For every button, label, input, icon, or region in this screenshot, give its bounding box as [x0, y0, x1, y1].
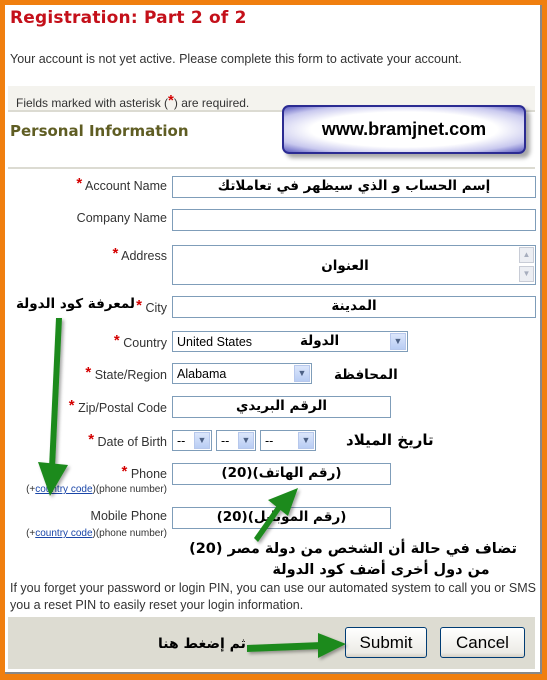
dob-day-select[interactable]: -- ▼	[172, 430, 212, 451]
state-label: * State/Region	[85, 364, 167, 382]
dob-label: * Date of Birth	[88, 431, 167, 449]
mobile-annotation: (رقم الموبايل)(20)	[216, 509, 347, 525]
required-star-icon: *	[168, 92, 174, 109]
required-star-icon: *	[113, 332, 120, 349]
click-here-annotation: ثم إضغط هنا	[158, 636, 246, 652]
phone-label: * Phone	[121, 463, 167, 481]
address-scrollbar[interactable]: ▲ ▼	[519, 247, 534, 283]
country-select[interactable]: United States ▼	[172, 331, 408, 352]
zip-input[interactable]: الرقم البريدي	[172, 396, 391, 418]
button-bar: ثم إضغط هنا Submit Cancel	[8, 617, 535, 669]
account-name-annotation: إسم الحساب و الذي سيظهر في تعاملاتك	[217, 178, 491, 194]
scroll-down-icon[interactable]: ▼	[519, 266, 534, 282]
egypt-note-line1: تضاف في حالة أن الشخص من دولة مصر (20)	[189, 541, 517, 557]
address-annotation: العنوان	[321, 258, 369, 274]
state-select[interactable]: Alabama ▼	[172, 363, 312, 384]
scroll-up-icon[interactable]: ▲	[519, 247, 534, 263]
mobile-label: Mobile Phone	[90, 509, 167, 523]
mobile-hint: (+country code)(phone number)	[26, 528, 167, 539]
egypt-note-line2: من دول أخرى أضف كود الدولة	[272, 562, 490, 578]
required-star-icon: *	[68, 397, 75, 414]
mobile-input[interactable]: (رقم الموبايل)(20)	[172, 507, 391, 529]
city-annotation: المدينة	[331, 298, 377, 314]
phone-annotation: (رقم الهاتف)(20)	[221, 465, 342, 481]
country-code-link[interactable]: country code	[35, 528, 92, 539]
section-title: Personal Information	[10, 122, 189, 140]
company-name-label: Company Name	[76, 211, 167, 225]
required-star-icon: *	[85, 364, 92, 381]
country-annotation: الدولة	[300, 333, 340, 349]
country-code-link[interactable]: country code	[35, 484, 92, 495]
required-note-text: Fields marked with asterisk (	[16, 96, 169, 110]
chevron-down-icon[interactable]: ▼	[238, 432, 254, 449]
country-label: * Country	[113, 332, 167, 350]
zip-annotation: الرقم البريدي	[235, 398, 328, 414]
submit-button[interactable]: Submit	[345, 627, 427, 658]
phone-hint: (+country code)(phone number)	[26, 484, 167, 495]
required-star-icon: *	[121, 463, 128, 480]
account-name-label: * Account Name	[76, 175, 167, 193]
required-note-text-end: ) are required.	[173, 96, 250, 110]
dob-annotation: تاريخ الميلاد	[346, 431, 434, 449]
section-divider	[8, 167, 535, 169]
city-label: * City	[136, 297, 167, 315]
chevron-down-icon[interactable]: ▼	[390, 333, 406, 350]
required-star-icon: *	[136, 297, 142, 314]
cancel-button[interactable]: Cancel	[440, 627, 525, 658]
footer-text: If you forget your password or login PIN…	[10, 581, 536, 612]
dob-month-select[interactable]: -- ▼	[216, 430, 256, 451]
country-code-hint-annotation: لمعرفة كود الدولة	[16, 296, 135, 312]
zip-label: * Zip/Postal Code	[68, 397, 167, 415]
state-annotation: المحافظة	[334, 367, 398, 383]
dob-year-select[interactable]: -- ▼	[260, 430, 316, 451]
chevron-down-icon[interactable]: ▼	[298, 432, 314, 449]
phone-input[interactable]: (رقم الهاتف)(20)	[172, 463, 391, 485]
required-star-icon: *	[112, 245, 119, 262]
address-label: * Address	[112, 245, 168, 263]
page-title: Registration: Part 2 of 2	[10, 8, 247, 28]
required-star-icon: *	[76, 175, 83, 192]
company-name-input[interactable]	[172, 209, 536, 231]
brand-watermark: www.bramjnet.com	[282, 105, 526, 154]
city-input[interactable]: المدينة	[172, 296, 536, 318]
address-textarea[interactable]: العنوان ▲ ▼	[172, 245, 536, 285]
chevron-down-icon[interactable]: ▼	[194, 432, 210, 449]
chevron-down-icon[interactable]: ▼	[294, 365, 310, 382]
intro-text: Your account is not yet active. Please c…	[10, 52, 462, 66]
account-name-input[interactable]: إسم الحساب و الذي سيظهر في تعاملاتك	[172, 176, 536, 198]
required-star-icon: *	[88, 431, 95, 448]
